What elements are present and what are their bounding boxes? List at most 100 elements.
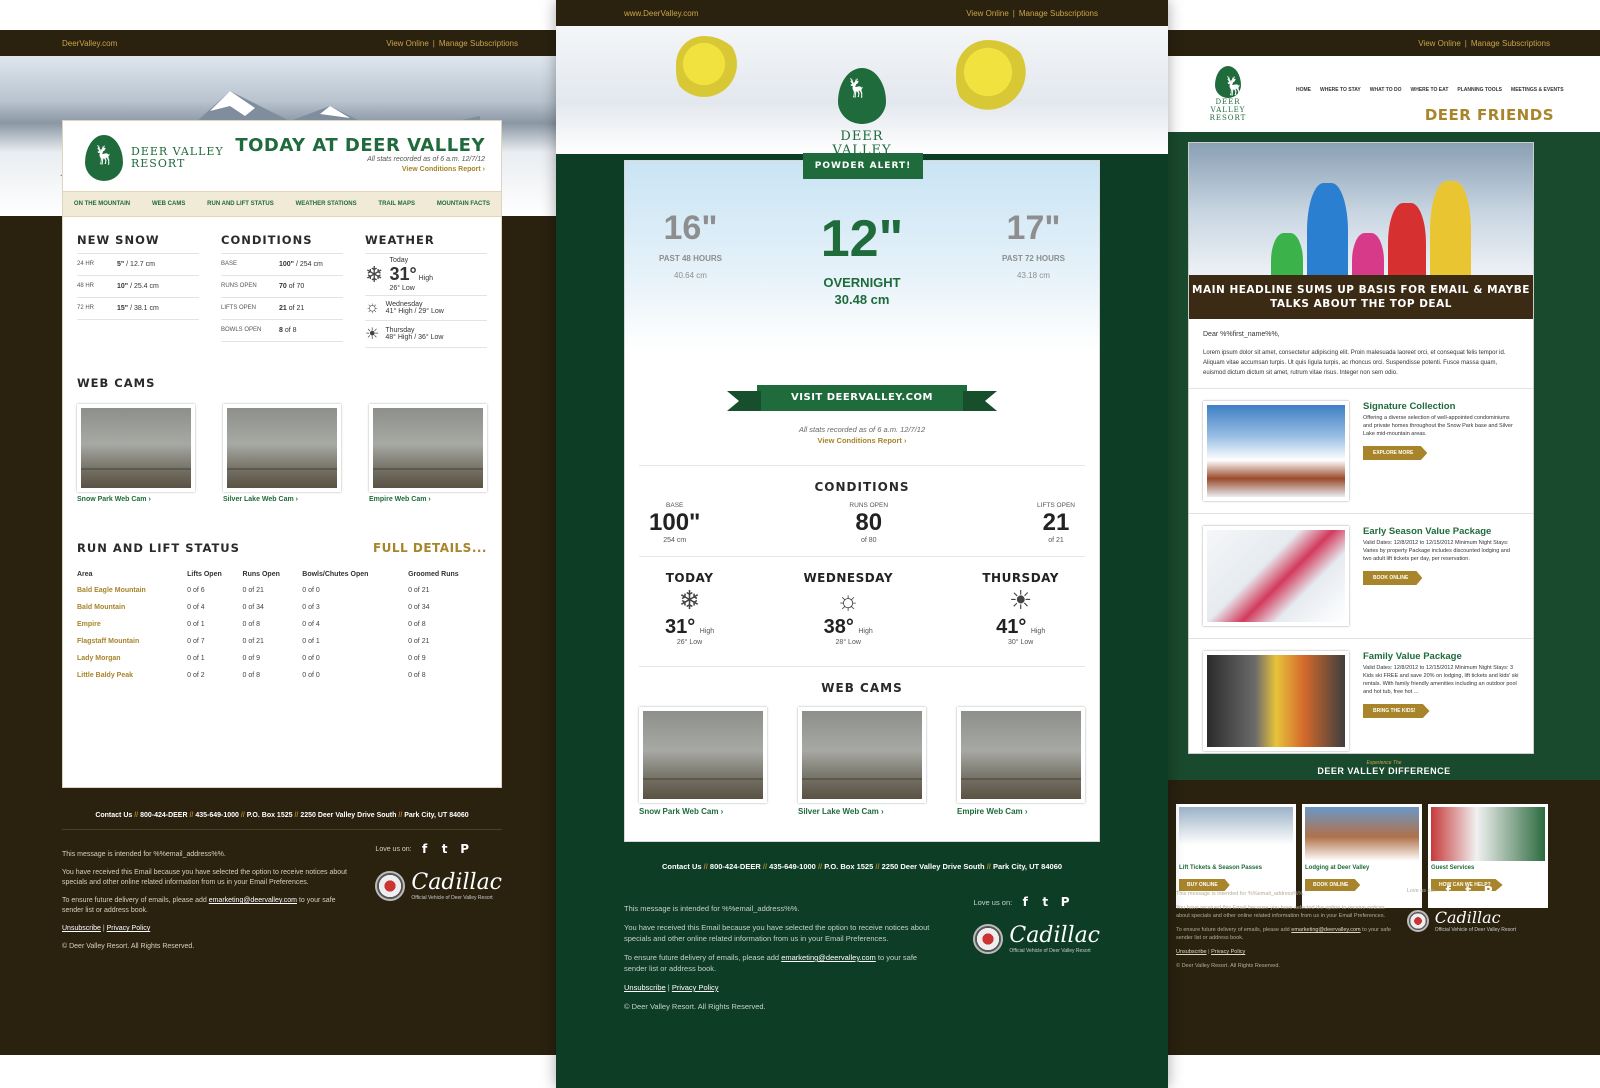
skier-figure [956,40,1036,120]
nav-planning-tools[interactable]: PLANNING TOOLS [1457,87,1502,93]
webcam-image[interactable] [77,404,195,492]
cadillac-sponsor[interactable]: Cadillac Official Vehicle of Deer Valley … [1406,908,1516,933]
nav-web-cams[interactable]: WEB CAMS [152,201,185,207]
safe-sender-email-link[interactable]: emarketing@deervalley.com [1291,927,1360,933]
privacy-policy-link[interactable]: Privacy Policy [1211,949,1245,955]
view-online-link[interactable]: View Online [386,39,429,48]
area-link[interactable]: Bald Mountain [77,599,187,616]
safe-sender-email-link[interactable]: emarketing@deervalley.com [209,897,297,904]
unsubscribe-link[interactable]: Unsubscribe [1176,949,1207,955]
offer-image[interactable] [1203,401,1349,501]
webcam-image[interactable] [798,707,926,803]
bring-the-kids-button[interactable]: BRING THE KIDS! [1363,704,1430,718]
nav-where-to-eat[interactable]: WHERE TO EAT [1411,87,1449,93]
facebook-icon[interactable]: f [418,842,432,856]
webcam-link[interactable]: Silver Lake Web Cam › [223,496,341,503]
privacy-policy-link[interactable]: Privacy Policy [672,983,719,992]
composite-canvas: DeerValley.com View Online | Manage Subscr… [0,0,1600,1088]
manage-subscriptions-link[interactable]: Manage Subscriptions [1019,9,1098,18]
nav-what-to-do[interactable]: WHAT TO DO [1370,87,1402,93]
facebook-icon[interactable]: f [1441,884,1455,898]
condition-label: BASE [221,261,238,267]
cadillac-wordmark: Cadillac [1009,923,1100,948]
webcam-image[interactable] [223,404,341,492]
nav-on-the-mountain[interactable]: ON THE MOUNTAIN [74,201,130,207]
view-conditions-link[interactable]: View Conditions Report › [625,436,1099,445]
site-link[interactable]: DeerValley.com [62,39,117,48]
contact-us-link[interactable]: Contact Us [95,812,132,819]
offer-image[interactable] [1203,526,1349,626]
tile-title[interactable]: Lodging at Deer Valley [1305,865,1419,871]
tile-image[interactable] [1305,807,1419,861]
snow-sun-icon: ☼ [836,585,861,615]
webcam-link[interactable]: Empire Web Cam › [957,807,1085,816]
tile-title[interactable]: Lift Tickets & Season Passes [1179,865,1293,871]
greeting: Dear %%first_name%%, [1203,331,1280,338]
logo[interactable]: DEER VALLEYRESORT [1198,66,1258,122]
tile-image[interactable] [1431,807,1545,861]
twitter-icon[interactable]: t [1461,884,1475,898]
area-link[interactable]: Bald Eagle Mountain [77,582,187,599]
nav-meetings-events[interactable]: MEETINGS & EVENTS [1511,87,1564,93]
table-cell: 0 of 21 [242,638,264,645]
cadillac-sponsor[interactable]: Cadillac Official Vehicle of Deer Valley … [973,923,1100,954]
manage-subscriptions-link[interactable]: Manage Subscriptions [439,39,518,48]
site-link[interactable]: www.DeerValley.com [624,9,698,18]
twitter-icon[interactable]: t [1038,895,1052,909]
nav-weather-stations[interactable]: WEATHER STATIONS [296,201,357,207]
privacy-policy-link[interactable]: Privacy Policy [107,925,151,932]
offer-signature-collection: Signature Collection Offering a diverse … [1189,389,1533,514]
manage-subscriptions-link[interactable]: Manage Subscriptions [1471,39,1550,48]
webcam-image[interactable] [957,707,1085,803]
unsubscribe-link[interactable]: Unsubscribe [624,983,666,992]
offer-title[interactable]: Early Season Value Package [1363,526,1519,537]
table-row: Empire 0 of 1 0 of 8 0 of 4 0 of 8 [77,616,489,633]
visit-deervalley-button[interactable]: VISIT DEERVALLEY.COM [757,385,967,411]
view-online-link[interactable]: View Online [1418,39,1461,48]
book-online-button[interactable]: BOOK ONLINE [1363,571,1423,585]
table-cell: 0 of 3 [302,604,320,611]
webcam-image[interactable] [639,707,767,803]
cadillac-tagline: Official Vehicle of Deer Valley Resort [1434,927,1516,933]
area-link[interactable]: Lady Morgan [77,650,187,667]
table-cell: 0 of 8 [242,672,261,679]
view-conditions-link[interactable]: View Conditions Report › [235,166,485,173]
area-link[interactable]: Little Baldy Peak [77,667,187,684]
explore-more-button[interactable]: EXPLORE MORE [1363,446,1428,460]
offer-title[interactable]: Signature Collection [1363,401,1519,412]
family-hero-photo[interactable]: MAIN HEADLINE SUMS UP BASIS FOR EMAIL & … [1189,143,1533,319]
view-online-link[interactable]: View Online [966,9,1009,18]
nav-run-and-lift-status[interactable]: RUN AND LIFT STATUS [207,201,274,207]
pinterest-icon[interactable]: P [458,842,472,856]
social-links: Love us on: f t P [973,895,1100,909]
logo[interactable]: DEER VALLEY RESORT [85,135,224,181]
offer-title[interactable]: Family Value Package [1363,651,1519,662]
safe-sender-email-link[interactable]: emarketing@deervalley.com [781,953,876,962]
pinterest-icon[interactable]: P [1058,895,1072,909]
offer-early-season: Early Season Value Package Valid Dates: … [1189,514,1533,639]
full-details-link[interactable]: FULL DETAILS... [373,541,487,555]
nav-trail-maps[interactable]: TRAIL MAPS [378,201,415,207]
contact-us-link[interactable]: Contact Us [662,862,702,871]
facebook-icon[interactable]: f [1018,895,1032,909]
nav-mountain-facts[interactable]: MOUNTAIN FACTS [437,201,490,207]
webcam-link[interactable]: Silver Lake Web Cam › [798,807,926,816]
webcam-link[interactable]: Empire Web Cam › [369,496,487,503]
tile-image[interactable] [1179,807,1293,861]
cadillac-sponsor[interactable]: Cadillac Official Vehicle of Deer Valley … [375,870,502,901]
nav-home[interactable]: HOME [1296,87,1311,93]
cadillac-tagline: Official Vehicle of Deer Valley Resort [411,895,493,901]
twitter-icon[interactable]: t [438,842,452,856]
tile-title[interactable]: Guest Services [1431,865,1545,871]
pinterest-icon[interactable]: P [1481,884,1495,898]
area-link[interactable]: Flagstaff Mountain [77,633,187,650]
email-powder-alert: www.DeerValley.com View Online | Manage Su… [556,0,1168,1088]
webcam-image[interactable] [369,404,487,492]
webcam-link[interactable]: Snow Park Web Cam › [639,807,767,816]
logo-line1: DEER VALLEY [1210,98,1246,114]
webcam-link[interactable]: Snow Park Web Cam › [77,496,195,503]
area-link[interactable]: Empire [77,616,187,633]
unsubscribe-link[interactable]: Unsubscribe [62,925,101,932]
nav-where-to-stay[interactable]: WHERE TO STAY [1320,87,1361,93]
offer-image[interactable] [1203,651,1349,751]
